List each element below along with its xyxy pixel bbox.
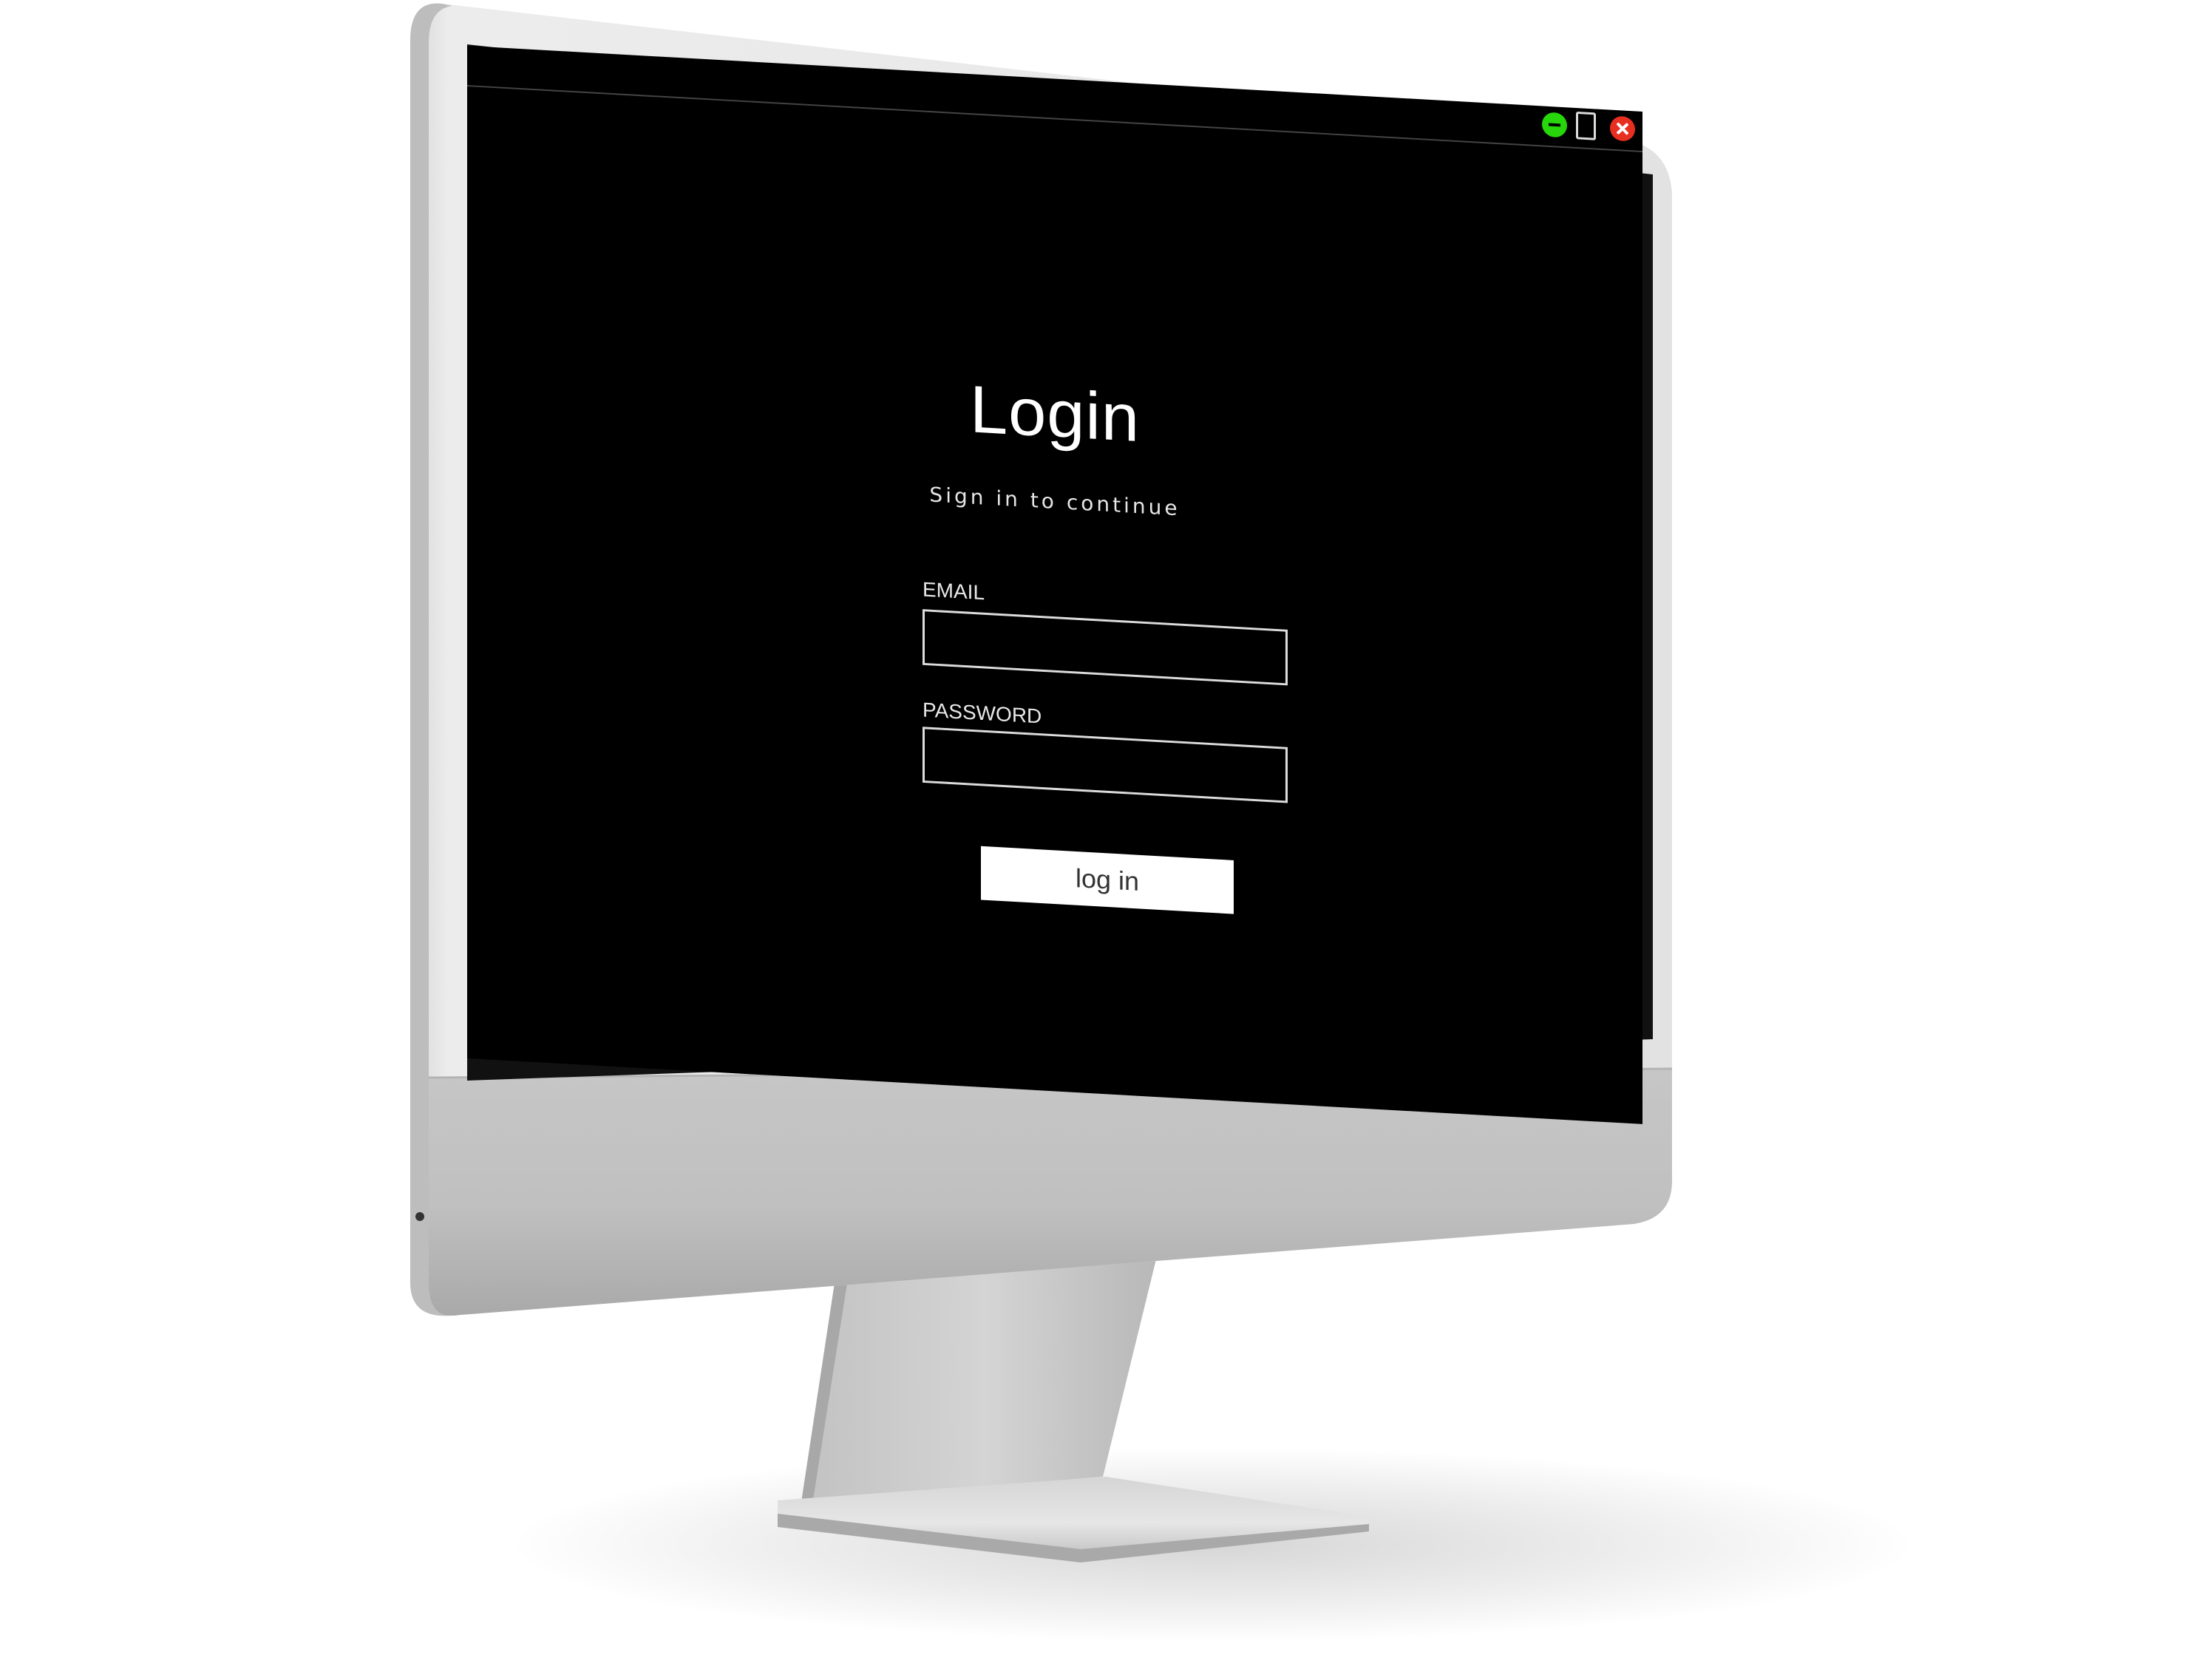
login-button[interactable]: log in: [981, 846, 1234, 914]
close-icon[interactable]: [1610, 115, 1635, 142]
minimize-icon[interactable]: [1542, 112, 1567, 138]
page-title: Login: [969, 372, 1141, 456]
product-mockup-scene: Login Sign in to continue EMAIL PASSWORD…: [0, 0, 2188, 1680]
email-label: EMAIL: [923, 577, 985, 605]
stand-neck: [813, 1256, 1157, 1500]
password-label: PASSWORD: [923, 698, 1042, 728]
login-window: Login Sign in to continue EMAIL PASSWORD…: [467, 46, 1642, 1124]
maximize-icon[interactable]: [1576, 111, 1596, 140]
side-port: [415, 1212, 424, 1221]
email-field[interactable]: [923, 609, 1288, 686]
password-field[interactable]: [923, 727, 1288, 803]
